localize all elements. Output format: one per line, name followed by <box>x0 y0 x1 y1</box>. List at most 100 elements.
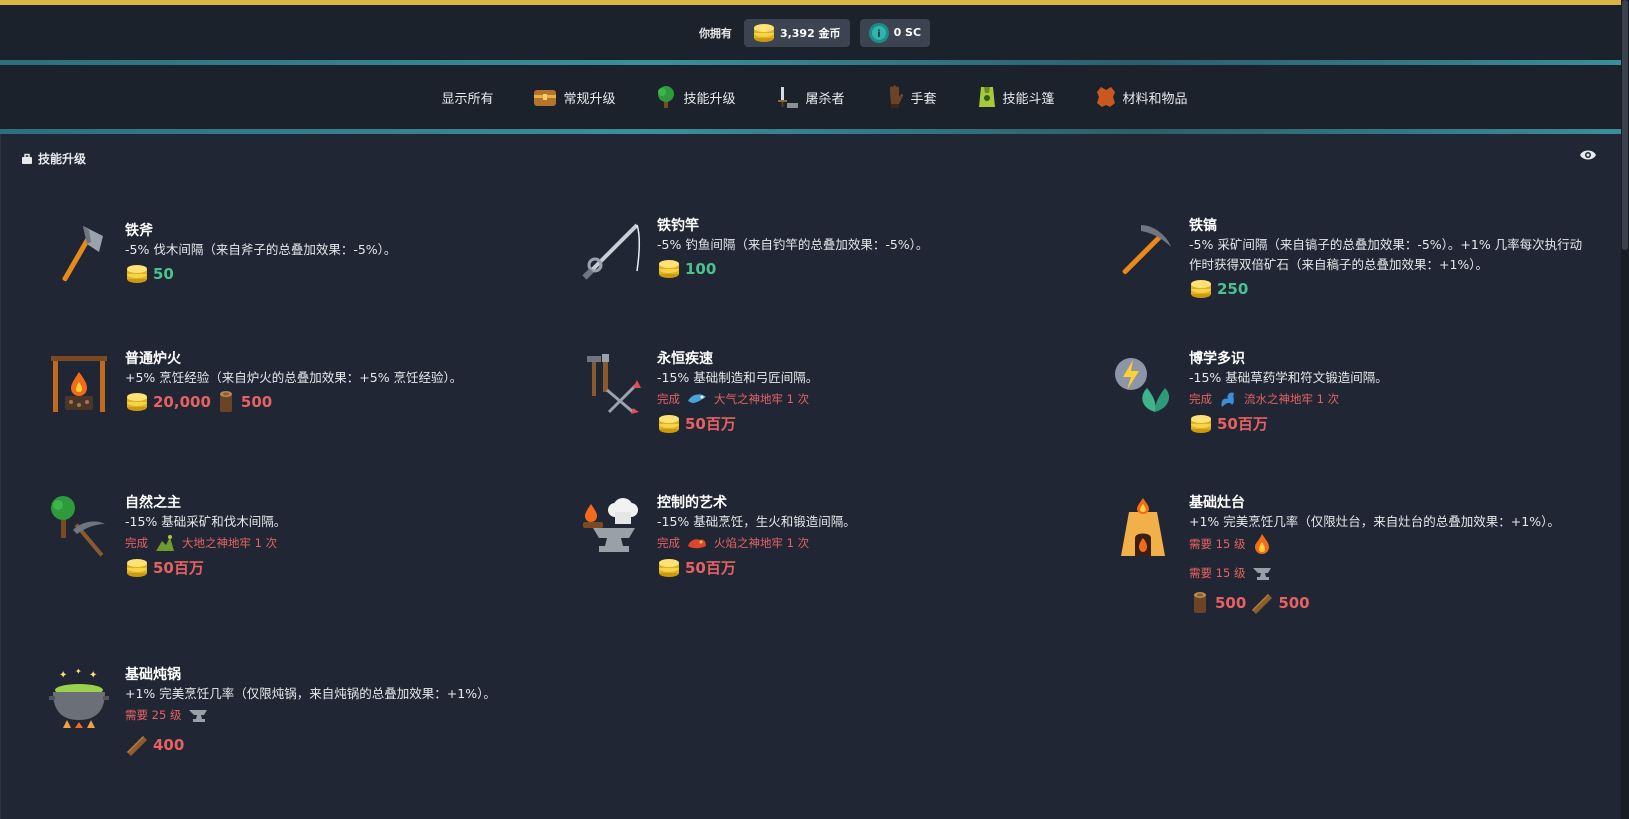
page-scrollbar[interactable] <box>1621 0 1629 819</box>
price-row: 50百万 <box>125 556 535 580</box>
sword-icon <box>778 87 799 108</box>
log-icon <box>219 391 232 412</box>
svg-text:✦: ✦ <box>59 670 67 681</box>
upgrade-name: 铁钓竿 <box>657 218 699 234</box>
leather-icon <box>1096 87 1115 107</box>
gold-coin-icon <box>659 559 679 577</box>
log-price: 500 <box>240 393 273 411</box>
firemaking-icon <box>1255 534 1270 554</box>
tab-label: 材料和物品 <box>1122 91 1188 107</box>
plank-price: 400 <box>153 736 185 754</box>
upgrade-description: +5% 烹饪经验（来自炉火的总叠加效果：+5% 烹饪经验）。 <box>125 370 463 385</box>
category-nav: 显示所有 常规升级 技能升级 屠杀者 手套 技能斗篷 材料和物品 <box>0 65 1629 129</box>
requirement-level: 需要 15 级 <box>1189 537 1246 551</box>
price-row: 50百万 <box>657 412 1067 436</box>
tab-general-upgrades[interactable]: 常规升级 <box>533 86 615 108</box>
price-row: 20,000 500 <box>125 390 535 414</box>
tab-label: 显示所有 <box>441 91 494 107</box>
gold-coin-icon <box>753 23 774 42</box>
price-row: 50 <box>125 262 535 286</box>
tab-label: 技能升级 <box>683 91 736 107</box>
lightning-and-leaf-icon <box>1115 358 1170 412</box>
requirement-level: 需要 15 级 <box>1189 566 1246 580</box>
tab-show-all[interactable]: 显示所有 <box>441 88 493 107</box>
gold-price: 20,000 <box>153 393 211 411</box>
axe-icon <box>62 226 103 282</box>
upgrade-name: 铁镐 <box>1189 218 1217 234</box>
gold-coin-icon <box>659 260 679 278</box>
anvil-icon <box>1253 568 1272 580</box>
upgrade-name: 铁斧 <box>125 223 153 239</box>
upgrade-name: 永恒疾速 <box>657 351 713 367</box>
level-requirement-smithing: 需要 25 级 <box>125 704 535 726</box>
level-requirement-cooking: 需要 15 级 <box>1189 532 1599 556</box>
tab-materials[interactable]: 材料和物品 <box>1095 85 1188 109</box>
tree-icon <box>658 86 675 108</box>
svg-text:i: i <box>877 29 880 40</box>
scrollbar-thumb[interactable] <box>1622 0 1628 250</box>
price-row: 400 <box>125 732 535 758</box>
glove-icon <box>889 85 903 108</box>
gold-coin-icon <box>659 415 679 433</box>
section-title: 技能升级 <box>38 152 87 166</box>
cape-icon <box>978 87 995 107</box>
tree-and-pickaxe-icon <box>51 496 105 557</box>
air-god-icon <box>688 394 706 403</box>
wallet-label: 你拥有 <box>698 26 732 40</box>
upgrade-name: 自然之主 <box>125 495 181 511</box>
upgrade-name: 博学多识 <box>1189 351 1245 367</box>
tab-label: 手套 <box>910 91 937 107</box>
tab-skill-capes[interactable]: 技能斗篷 <box>977 85 1055 109</box>
upgrade-name: 基础炖锅 <box>125 667 181 683</box>
tab-skill-upgrades[interactable]: 技能升级 <box>655 85 735 109</box>
upgrade-description: +1% 完美烹饪几率（仅限灶台，来自灶台的总叠加效果：+1%）。 <box>1189 514 1560 529</box>
level-requirement-smithing: 需要 15 级 <box>1189 562 1599 584</box>
price-row: 100 <box>657 257 1067 281</box>
tab-slayer[interactable]: 屠杀者 <box>775 85 845 109</box>
requirement-complete: 完成 <box>657 536 680 550</box>
plank-icon <box>127 736 147 756</box>
skill-upgrades-panel: 技能升级 铁斧 -5% 伐木间隔（来自斧子的总叠加效果：-5%）。 50 铁钓竿 <box>0 134 1621 819</box>
upgrade-description: -5% 伐木间隔（来自斧子的总叠加效果：-5%）。 <box>125 242 397 257</box>
requirement-row: 完成 火焰之神地牢 1 次 <box>657 532 1067 554</box>
gold-balance: 3,392 金币 <box>743 18 850 47</box>
gold-coin-icon <box>127 393 147 411</box>
requirement-dungeon: 大气之神地牢 1 次 <box>714 392 810 406</box>
sc-amount: 0 SC <box>893 26 922 39</box>
upgrade-description: -15% 基础烹饪，生火和锻造间隔。 <box>657 514 856 529</box>
anvil-icon <box>189 710 208 722</box>
svg-text:✦: ✦ <box>89 670 97 681</box>
gold-price: 50百万 <box>685 415 736 433</box>
upgrade-description: -15% 基础制造和弓匠间隔。 <box>657 370 819 385</box>
log-price: 500 <box>1215 594 1247 612</box>
water-god-icon <box>1221 392 1234 407</box>
cooking-anvil-fire-icon <box>583 498 638 552</box>
gold-price: 50百万 <box>153 559 204 577</box>
gold-price: 50 <box>153 265 174 283</box>
requirement-dungeon: 大地之神地牢 1 次 <box>182 536 278 550</box>
requirement-level: 需要 25 级 <box>125 708 182 722</box>
fire-god-icon <box>688 539 706 549</box>
upgrade-description: -5% 采矿间隔（来自镐子的总叠加效果：-5%）。+1% 几率每次执行动作时获得… <box>1189 237 1583 272</box>
gold-price: 50百万 <box>1217 415 1268 433</box>
sc-balance: i 0 SC <box>859 18 931 47</box>
upgrade-name: 控制的艺术 <box>657 495 727 511</box>
gold-price: 100 <box>685 260 717 278</box>
requirement-dungeon: 流水之神地牢 1 次 <box>1244 392 1340 406</box>
gold-coin-icon <box>1191 280 1211 298</box>
tab-label: 屠杀者 <box>805 91 845 107</box>
campfire-icon <box>51 356 107 412</box>
gold-coin-icon <box>127 559 147 577</box>
tools-and-arrows-icon <box>587 354 641 414</box>
gold-amount: 3,392 金币 <box>779 26 841 40</box>
upgrade-description: -15% 基础草药学和符文锻造间隔。 <box>1189 370 1388 385</box>
tab-label: 技能斗篷 <box>1002 91 1055 107</box>
section-header: 技能升级 <box>21 150 86 167</box>
sc-token-icon: i <box>868 22 889 43</box>
price-row: 50百万 <box>657 556 1067 580</box>
upgrade-description: +1% 完美烹饪几率（仅限炖锅，来自炖锅的总叠加效果：+1%）。 <box>125 686 496 701</box>
tab-gloves[interactable]: 手套 <box>885 85 937 109</box>
price-row: 50百万 <box>1189 412 1599 436</box>
plank-icon <box>1252 594 1273 614</box>
eye-icon[interactable] <box>1579 148 1597 162</box>
